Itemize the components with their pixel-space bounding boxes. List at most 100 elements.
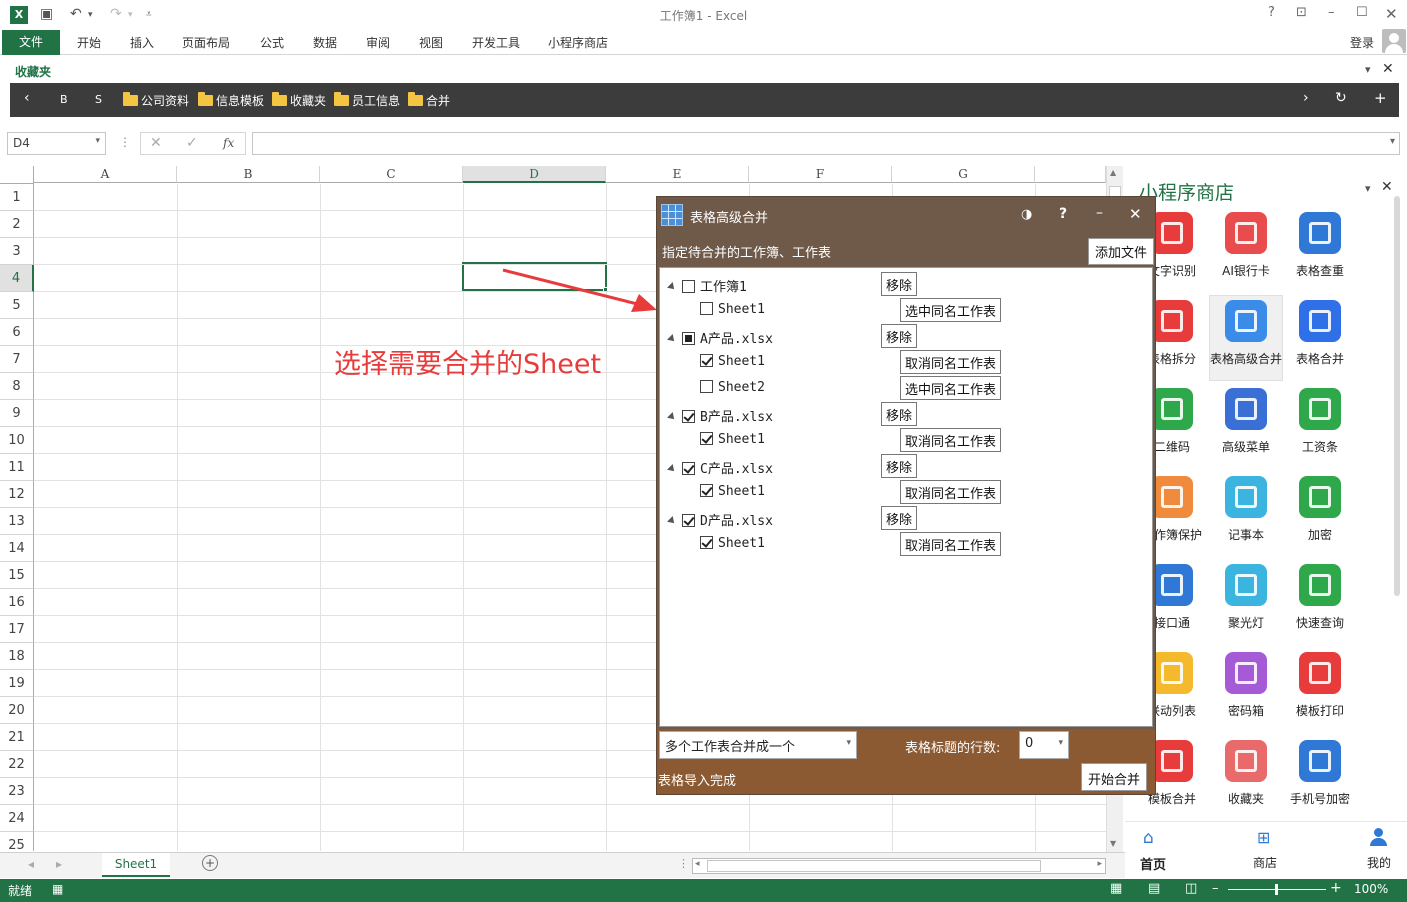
ribbon-display-icon[interactable]: ⊡: [1296, 5, 1307, 20]
scroll-up-icon[interactable]: ▲: [1110, 168, 1116, 177]
select-same-sheets-button[interactable]: 选中同名工作表: [900, 376, 1002, 400]
tile-table-merge[interactable]: 表格合并: [1283, 294, 1357, 378]
column-header-c[interactable]: C: [320, 166, 463, 183]
column-header-b[interactable]: B: [177, 166, 320, 183]
expand-triangle-icon[interactable]: [667, 412, 677, 422]
row-header-4[interactable]: 4: [0, 265, 34, 292]
tab-home[interactable]: 开始: [77, 34, 101, 51]
workbook-tree[interactable]: 工作簿1 移除 Sheet1 选中同名工作表 A产品.xlsx 移除 Sheet1 取消同名工…: [659, 267, 1153, 727]
row-header-17[interactable]: 17: [0, 616, 34, 643]
remove-workbook-button[interactable]: 移除: [881, 272, 918, 296]
panel-scrollbar[interactable]: [1394, 196, 1400, 596]
row-header-1[interactable]: 1: [0, 184, 34, 211]
expand-triangle-icon[interactable]: [667, 334, 677, 344]
nav-profile[interactable]: 我的: [1367, 854, 1391, 871]
sheet-node[interactable]: Sheet1: [700, 484, 765, 506]
name-box-dropdown-icon[interactable]: ▾: [95, 136, 100, 146]
row-header-20[interactable]: 20: [0, 697, 34, 724]
sheet-prev-icon[interactable]: ◂: [28, 857, 34, 871]
workbook-checkbox[interactable]: [682, 280, 695, 293]
refresh-icon[interactable]: ↻: [1335, 90, 1347, 106]
scroll-right-icon[interactable]: ▸: [1097, 859, 1102, 869]
avatar[interactable]: [1382, 29, 1406, 53]
sheet-node[interactable]: Sheet1: [700, 432, 765, 454]
workbook-checkbox[interactable]: [682, 410, 695, 423]
dialog-help-icon[interactable]: ?: [1059, 206, 1067, 222]
remove-workbook-button[interactable]: 移除: [881, 506, 918, 530]
zoom-in-icon[interactable]: +: [1330, 880, 1342, 896]
tab-view[interactable]: 视图: [419, 34, 443, 51]
workbook-node[interactable]: C产品.xlsx: [667, 458, 773, 480]
row-header-16[interactable]: 16: [0, 589, 34, 616]
deselect-same-sheets-button[interactable]: 取消同名工作表: [900, 480, 1002, 504]
tile-encrypt[interactable]: 加密: [1283, 470, 1357, 554]
name-box[interactable]: D4 ▾: [7, 132, 106, 155]
tile-advanced-menu[interactable]: 高级菜单: [1209, 382, 1283, 466]
tab-file[interactable]: 文件: [2, 30, 60, 55]
row-header-13[interactable]: 13: [0, 508, 34, 535]
deselect-same-sheets-button[interactable]: 取消同名工作表: [900, 350, 1002, 374]
formula-input[interactable]: ▾: [252, 132, 1400, 155]
row-header-25[interactable]: 25: [0, 832, 34, 851]
sheet-node[interactable]: Sheet1: [700, 536, 765, 558]
tile-bank-card[interactable]: AI银行卡: [1209, 206, 1283, 290]
panel-close-icon[interactable]: ✕: [1381, 179, 1393, 195]
add-file-button[interactable]: 添加文件: [1088, 238, 1155, 265]
column-header-d[interactable]: D: [463, 166, 606, 183]
tile-password-box[interactable]: 密码箱: [1209, 646, 1283, 730]
tile-notepad[interactable]: 记事本: [1209, 470, 1283, 554]
tab-page-layout[interactable]: 页面布局: [182, 34, 230, 51]
sheet-next-icon[interactable]: ▸: [56, 857, 62, 871]
nav-home[interactable]: 首页: [1140, 854, 1166, 873]
favorites-s-button[interactable]: S: [95, 93, 102, 106]
page-layout-view-icon[interactable]: ▤: [1148, 881, 1160, 896]
row-header-24[interactable]: 24: [0, 805, 34, 832]
scroll-down-icon[interactable]: ▼: [1110, 839, 1116, 848]
row-header-2[interactable]: 2: [0, 211, 34, 238]
row-header-12[interactable]: 12: [0, 481, 34, 508]
dialog-minimize-icon[interactable]: –: [1096, 205, 1103, 221]
row-header-7[interactable]: 7: [0, 346, 34, 373]
sheet-node[interactable]: Sheet1: [700, 354, 765, 376]
enter-icon[interactable]: ✓: [186, 135, 198, 151]
login-link[interactable]: 登录: [1350, 34, 1374, 51]
page-break-view-icon[interactable]: ◫: [1185, 881, 1197, 896]
cancel-icon[interactable]: ✕: [150, 135, 162, 151]
add-favorite-icon[interactable]: +: [1374, 89, 1387, 107]
remove-workbook-button[interactable]: 移除: [881, 324, 918, 348]
workbook-node[interactable]: A产品.xlsx: [667, 328, 773, 350]
zoom-slider-thumb[interactable]: [1275, 884, 1278, 895]
panel-collapse-icon[interactable]: ▾: [1365, 182, 1371, 195]
nav-store[interactable]: 商店: [1253, 854, 1277, 871]
row-header-15[interactable]: 15: [0, 562, 34, 589]
folder-favorites[interactable]: 收藏夹: [272, 92, 326, 109]
favorites-next-icon[interactable]: ›: [1303, 90, 1309, 106]
merge-mode-select[interactable]: 多个工作表合并成一个 ▾: [659, 731, 857, 759]
row-header-23[interactable]: 23: [0, 778, 34, 805]
dialog-close-icon[interactable]: ✕: [1129, 205, 1142, 223]
select-same-sheets-button[interactable]: 选中同名工作表: [900, 298, 1002, 322]
deselect-same-sheets-button[interactable]: 取消同名工作表: [900, 532, 1002, 556]
tab-formulas[interactable]: 公式: [260, 34, 284, 51]
tile-payslip[interactable]: 工资条: [1283, 382, 1357, 466]
scroll-left-icon[interactable]: ◂: [695, 859, 700, 869]
favorites-b-button[interactable]: B: [60, 93, 68, 106]
tab-insert[interactable]: 插入: [130, 34, 154, 51]
sheet-checkbox[interactable]: [700, 536, 713, 549]
select-all-corner[interactable]: [0, 166, 34, 184]
column-header-g[interactable]: G: [892, 166, 1035, 183]
folder-company-info[interactable]: 公司资料: [123, 92, 189, 109]
tile-table-dedupe[interactable]: 表格查重: [1283, 206, 1357, 290]
folder-info-template[interactable]: 信息模板: [198, 92, 264, 109]
horizontal-scroll-thumb[interactable]: [707, 860, 1041, 872]
tab-data[interactable]: 数据: [313, 34, 337, 51]
row-header-14[interactable]: 14: [0, 535, 34, 562]
row-header-6[interactable]: 6: [0, 319, 34, 346]
workbook-node[interactable]: B产品.xlsx: [667, 406, 773, 428]
start-merge-button[interactable]: 开始合并: [1081, 763, 1148, 791]
sheet-checkbox[interactable]: [700, 302, 713, 315]
close-favorites-icon[interactable]: ✕: [1382, 61, 1394, 77]
deselect-same-sheets-button[interactable]: 取消同名工作表: [900, 428, 1002, 452]
row-header-5[interactable]: 5: [0, 292, 34, 319]
minimize-icon[interactable]: –: [1328, 5, 1335, 20]
